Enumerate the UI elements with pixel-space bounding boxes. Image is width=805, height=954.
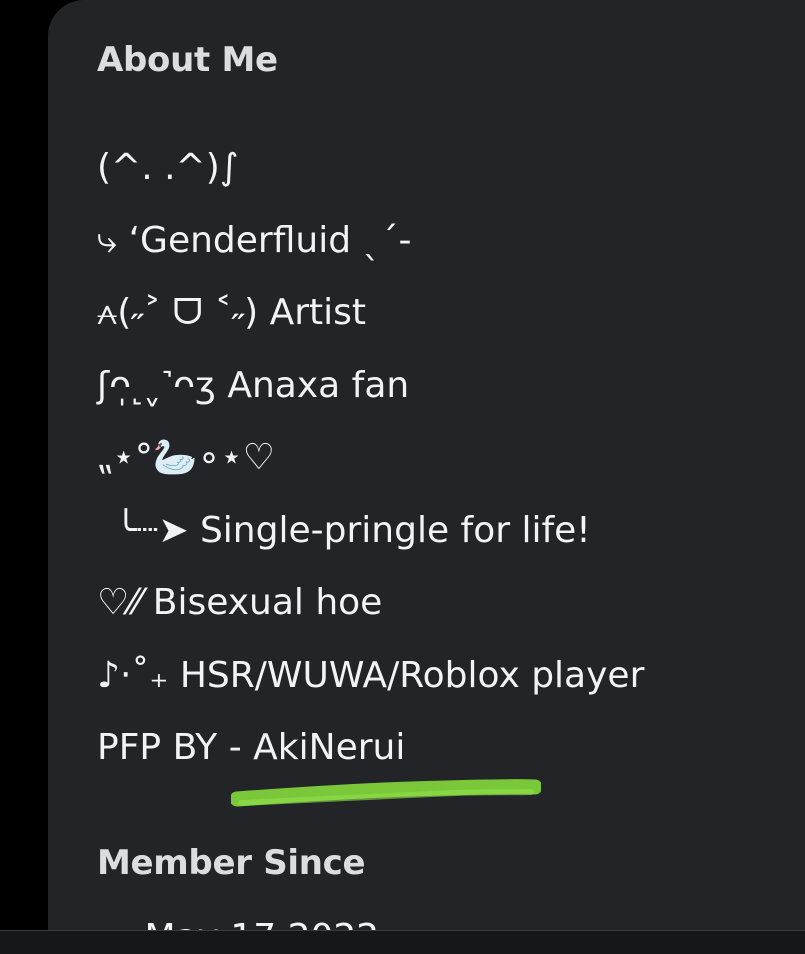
bio-line-5: ⹂⋆°🦢∘⋆♡ [97, 437, 276, 478]
green-highlight-stroke [231, 779, 541, 807]
member-since-date: … May 17 2022 [97, 918, 379, 931]
profile-card: About Me (^. .^)∫ ⤷ ‘Genderfluid ˎˊ- ⩜(˶… [48, 0, 805, 930]
member-since-heading: Member Since [97, 843, 366, 883]
about-me-bio: (^. .^)∫ ⤷ ‘Genderfluid ˎˊ- ⩜(˶˃ ᗜ ˂˶) A… [97, 132, 644, 785]
about-me-heading: About Me [97, 40, 278, 80]
bio-line-7: ♡⁄⁄ Bisexual hoe [97, 582, 383, 623]
bio-line-4: ʃᴖ̩˻ˬ˺ᴖʒ Anaxa fan [97, 364, 410, 406]
bio-line-2: ⤷ ‘Genderfluid ˎˊ- [97, 219, 412, 261]
bio-line-9: PFP BY - AkiNerui [97, 727, 406, 768]
bio-line-3: ⩜(˶˃ ᗜ ˂˶) Artist [97, 292, 366, 333]
bottom-bar [0, 930, 805, 954]
bio-line-6: ╰┈➤ Single-pringle for life! [115, 509, 591, 551]
bio-line-8: ♪⋅˚₊ HSR/WUWA/Roblox player [97, 654, 645, 696]
bio-line-1: (^. .^)∫ [97, 147, 239, 188]
